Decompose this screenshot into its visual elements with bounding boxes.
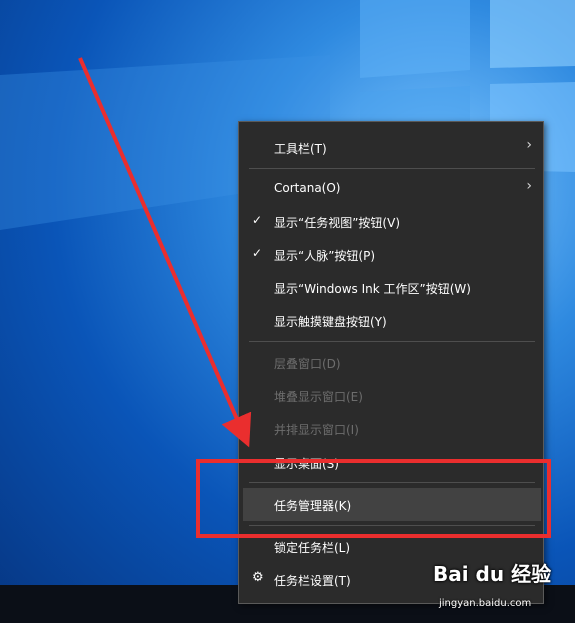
annotation-arrow bbox=[78, 57, 252, 448]
watermark-url: jingyan.baidu.com bbox=[439, 598, 532, 609]
baidu-jingyan-watermark: Bai du 经验 jingyan.baidu.com bbox=[433, 558, 573, 620]
watermark-logo: Bai du 经验 bbox=[433, 562, 552, 586]
